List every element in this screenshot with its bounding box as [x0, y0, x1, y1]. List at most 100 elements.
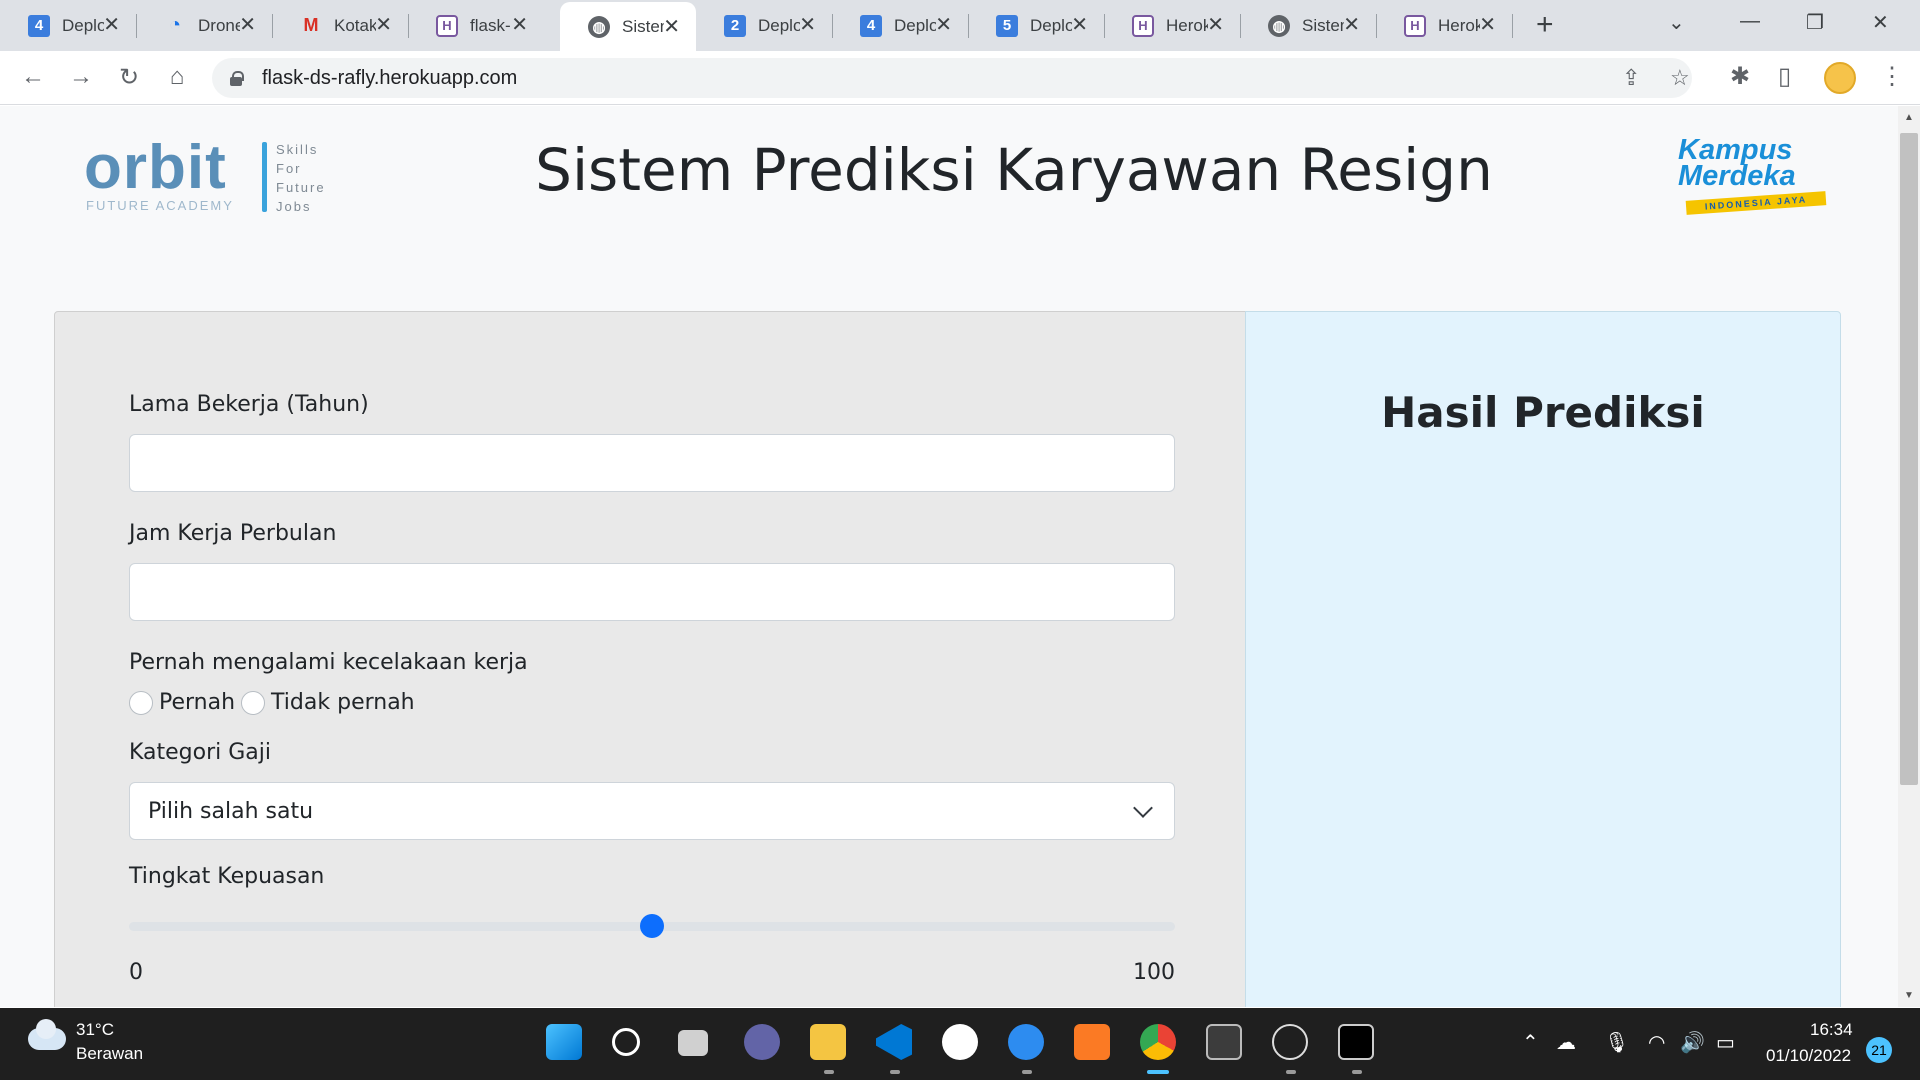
help-icon[interactable]	[1008, 1024, 1044, 1060]
chevron-up-icon[interactable]: ⌃	[1522, 1030, 1539, 1055]
clock-time[interactable]: 16:34	[1810, 1020, 1853, 1040]
search-icon[interactable]	[612, 1028, 640, 1056]
terminal-icon[interactable]	[1206, 1024, 1242, 1060]
result-panel: Hasil Prediksi	[1245, 311, 1841, 1007]
xampp-icon[interactable]	[1074, 1024, 1110, 1060]
weather-temperature[interactable]: 31°C	[76, 1020, 114, 1040]
tab-title: Deploy	[894, 15, 936, 35]
tab-search-icon[interactable]: ⌄	[1668, 10, 1685, 35]
heroku-icon: H	[436, 14, 458, 37]
number-4-icon: 4	[28, 14, 50, 37]
heroku-icon: H	[1404, 14, 1426, 37]
radio-pernah[interactable]	[129, 690, 153, 715]
scrollbar-thumb[interactable]	[1900, 133, 1918, 785]
lama-bekerja-input[interactable]	[129, 434, 1175, 492]
close-icon[interactable]: ✕	[1071, 14, 1088, 36]
github-icon[interactable]	[942, 1024, 978, 1060]
microphone-icon[interactable]: 🎙	[1604, 1030, 1629, 1055]
browser-tab[interactable]: ◔ Drone ✕	[136, 0, 273, 51]
browser-tab[interactable]: H Heroku ✕	[1376, 0, 1513, 51]
scroll-up-icon[interactable]: ▲	[1904, 112, 1914, 123]
close-icon[interactable]: ✕	[375, 14, 392, 36]
back-icon[interactable]: ←	[18, 63, 48, 91]
obs-icon[interactable]	[1272, 1024, 1308, 1060]
share-icon[interactable]: ⇪	[1622, 65, 1640, 91]
profile-avatar[interactable]	[1824, 62, 1856, 94]
scroll-down-icon[interactable]: ▼	[1904, 990, 1914, 1001]
tab-title: Drone	[198, 15, 240, 35]
close-icon[interactable]: ✕	[1207, 14, 1224, 36]
bookmark-star-icon[interactable]: ☆	[1670, 65, 1690, 91]
lock-icon[interactable]	[230, 71, 244, 86]
close-window-icon[interactable]: ✕	[1872, 10, 1889, 35]
close-icon[interactable]: ✕	[935, 14, 952, 36]
menu-icon[interactable]: ⋮	[1880, 62, 1904, 91]
kampus-merdeka-logo: Kampus Merdeka INDONESIA JAYA	[1672, 130, 1832, 215]
wifi-icon[interactable]: ◠	[1648, 1030, 1665, 1055]
browser-tab[interactable]: H flask- ✕	[408, 0, 544, 51]
radio-tidak-pernah-label[interactable]: Tidak pernah	[271, 690, 415, 715]
cmd-icon[interactable]	[1338, 1024, 1374, 1060]
browser-tab[interactable]: 4 Deploy ✕	[0, 0, 137, 51]
cloud-icon[interactable]	[28, 1019, 66, 1050]
radio-tidak-pernah[interactable]	[241, 690, 266, 715]
close-icon[interactable]: ✕	[1479, 14, 1496, 36]
browser-tab[interactable]: 5 Deploy ✕	[968, 0, 1105, 51]
kategori-gaji-select[interactable]: Pilih salah satu	[129, 782, 1175, 840]
close-icon[interactable]: ✕	[1343, 14, 1360, 36]
globe-icon: ◍	[588, 15, 610, 38]
close-icon[interactable]: ✕	[239, 14, 256, 36]
tab-title: Heroku	[1438, 15, 1480, 35]
clock-date[interactable]: 01/10/2022	[1766, 1046, 1851, 1066]
reload-icon[interactable]: ↻	[114, 63, 144, 92]
browser-tab[interactable]: M Kotak ✕	[272, 0, 409, 51]
chat-icon[interactable]	[744, 1024, 780, 1060]
url-text[interactable]: flask-ds-rafly.herokuapp.com	[262, 67, 517, 90]
battery-icon[interactable]: ▭	[1716, 1030, 1735, 1055]
browser-tab[interactable]: H Heroku ✕	[1104, 0, 1241, 51]
browser-tab[interactable]: ◍ Sistem ✕	[1240, 0, 1377, 51]
extensions-icon[interactable]: ✱	[1730, 62, 1750, 91]
address-bar[interactable]: flask-ds-rafly.herokuapp.com	[212, 58, 1692, 98]
drone-icon: ◔	[168, 14, 182, 36]
task-view-icon[interactable]	[678, 1030, 708, 1056]
close-icon[interactable]: ✕	[103, 14, 120, 36]
volume-icon[interactable]: 🔊	[1680, 1030, 1705, 1055]
heroku-icon: H	[1132, 14, 1154, 37]
kepuasan-slider-thumb[interactable]	[640, 914, 664, 938]
km-logo-band: INDONESIA JAYA	[1685, 191, 1827, 215]
page-title: Sistem Prediksi Karyawan Resign	[535, 136, 1493, 204]
close-icon[interactable]: ✕	[511, 14, 528, 36]
running-indicator	[1022, 1070, 1032, 1074]
close-icon[interactable]: ✕	[663, 16, 680, 38]
file-explorer-icon[interactable]	[810, 1024, 846, 1060]
browser-tab[interactable]: 2 Deploy ✕	[696, 0, 833, 51]
running-indicator	[1352, 1070, 1362, 1074]
page-content: orbit FUTURE ACADEMY Skills For Future J…	[0, 106, 1898, 1007]
windows-start-icon[interactable]	[546, 1024, 582, 1060]
home-icon[interactable]: ⌂	[162, 63, 192, 91]
running-indicator	[824, 1070, 834, 1074]
browser-tab-active[interactable]: ◍ Sistem ✕	[560, 2, 696, 51]
vscode-icon[interactable]	[876, 1024, 912, 1060]
new-tab-icon[interactable]: +	[1536, 8, 1554, 42]
close-icon[interactable]: ✕	[799, 14, 816, 36]
tab-title: Deploy	[62, 15, 104, 35]
jam-kerja-label: Jam Kerja Perbulan	[129, 521, 337, 546]
weather-description[interactable]: Berawan	[76, 1044, 143, 1064]
number-5-icon: 5	[996, 14, 1018, 37]
kepuasan-label: Tingkat Kepuasan	[129, 864, 325, 889]
kecelakaan-radio-group: Pernah Tidak pernah	[129, 690, 421, 715]
restore-icon[interactable]: ❐	[1806, 10, 1824, 35]
onedrive-icon[interactable]: ☁	[1556, 1030, 1576, 1055]
minimize-icon[interactable]: —	[1740, 10, 1760, 33]
forward-icon[interactable]: →	[66, 63, 96, 91]
notification-badge[interactable]: 21	[1866, 1037, 1892, 1063]
chrome-icon[interactable]	[1140, 1024, 1176, 1060]
tab-title: Sistem	[622, 16, 664, 36]
active-app-indicator	[1147, 1070, 1169, 1074]
side-panel-icon[interactable]: ▯	[1778, 62, 1791, 91]
radio-pernah-label[interactable]: Pernah	[159, 690, 235, 715]
browser-tab[interactable]: 4 Deploy ✕	[832, 0, 969, 51]
jam-kerja-input[interactable]	[129, 563, 1175, 621]
